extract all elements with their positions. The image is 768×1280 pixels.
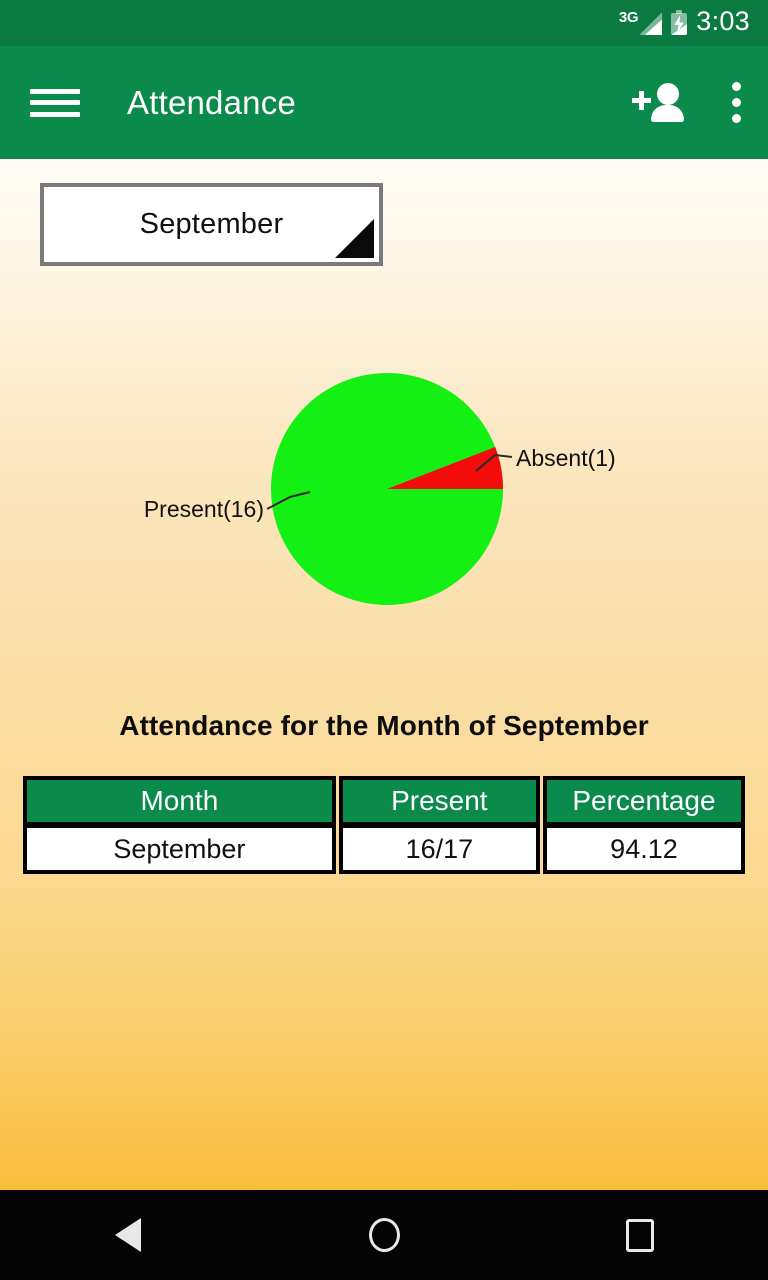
content-area: September Present(16) Absent(1) Attendan… — [0, 159, 768, 1190]
overflow-menu-icon[interactable] — [732, 82, 742, 123]
recents-button[interactable] — [580, 1205, 700, 1265]
network-status: 3G — [618, 9, 663, 38]
table-row: September 16/17 94.12 — [23, 825, 745, 874]
absent-slice-label: Absent(1) — [516, 445, 616, 471]
phone-screen: 3G 3:03 Attendance September Present(16)… — [0, 0, 768, 1280]
cell-present: 16/17 — [338, 825, 540, 874]
hamburger-menu-icon[interactable] — [30, 83, 80, 123]
table-body: September 16/17 94.12 — [23, 825, 745, 874]
battery-charging-icon — [671, 10, 688, 35]
attendance-pie-chart: Present(16) Absent(1) — [0, 159, 768, 679]
status-bar-clock: 3:03 — [696, 6, 750, 36]
back-button[interactable] — [68, 1205, 188, 1265]
column-header-present: Present — [338, 776, 540, 825]
cell-percentage: 94.12 — [542, 825, 745, 874]
status-bar-icons: 3G 3:03 — [619, 8, 750, 38]
attendance-table: Month Present Percentage September 16/17… — [20, 776, 748, 874]
column-header-month: Month — [23, 776, 336, 825]
network-type-label: 3G — [618, 9, 639, 26]
add-person-icon[interactable] — [632, 81, 684, 125]
recents-square-icon — [626, 1218, 654, 1252]
back-triangle-icon — [115, 1218, 141, 1252]
status-bar: 3G 3:03 — [0, 0, 768, 46]
column-header-percentage: Percentage — [542, 776, 745, 825]
pie-chart-svg: Present(16) Absent(1) — [144, 373, 616, 605]
app-bar: Attendance — [0, 46, 768, 159]
system-navigation-bar — [0, 1190, 768, 1280]
table-header: Month Present Percentage — [23, 776, 745, 825]
present-slice-label: Present(16) — [144, 496, 264, 522]
table-header-row: Month Present Percentage — [23, 776, 745, 825]
app-bar-actions — [632, 81, 742, 125]
summary-heading: Attendance for the Month of September — [119, 710, 649, 741]
home-button[interactable] — [324, 1205, 444, 1265]
page-title: Attendance — [127, 83, 296, 121]
home-circle-icon — [368, 1218, 400, 1252]
cell-month: September — [23, 825, 336, 874]
signal-triangle-icon — [639, 12, 663, 35]
